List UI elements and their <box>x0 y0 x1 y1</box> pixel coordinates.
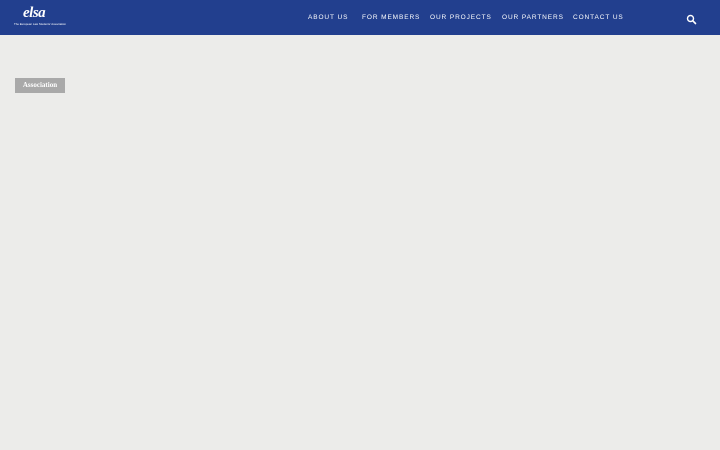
main-nav: ABOUT US FOR MEMBERS OUR PROJECTS OUR PA… <box>0 0 720 35</box>
category-tag[interactable]: Association <box>15 78 65 93</box>
search-icon[interactable] <box>686 12 697 25</box>
nav-item-for-members[interactable]: FOR MEMBERS <box>362 13 420 23</box>
nav-item-our-partners[interactable]: OUR PARTNERS <box>502 13 564 23</box>
nav-item-about-us[interactable]: ABOUT US <box>308 13 348 23</box>
site-header: elsa The European Law Students' Associat… <box>0 0 720 35</box>
nav-item-contact-us[interactable]: CONTACT US <box>573 13 624 23</box>
nav-item-our-projects[interactable]: OUR PROJECTS <box>430 13 492 23</box>
